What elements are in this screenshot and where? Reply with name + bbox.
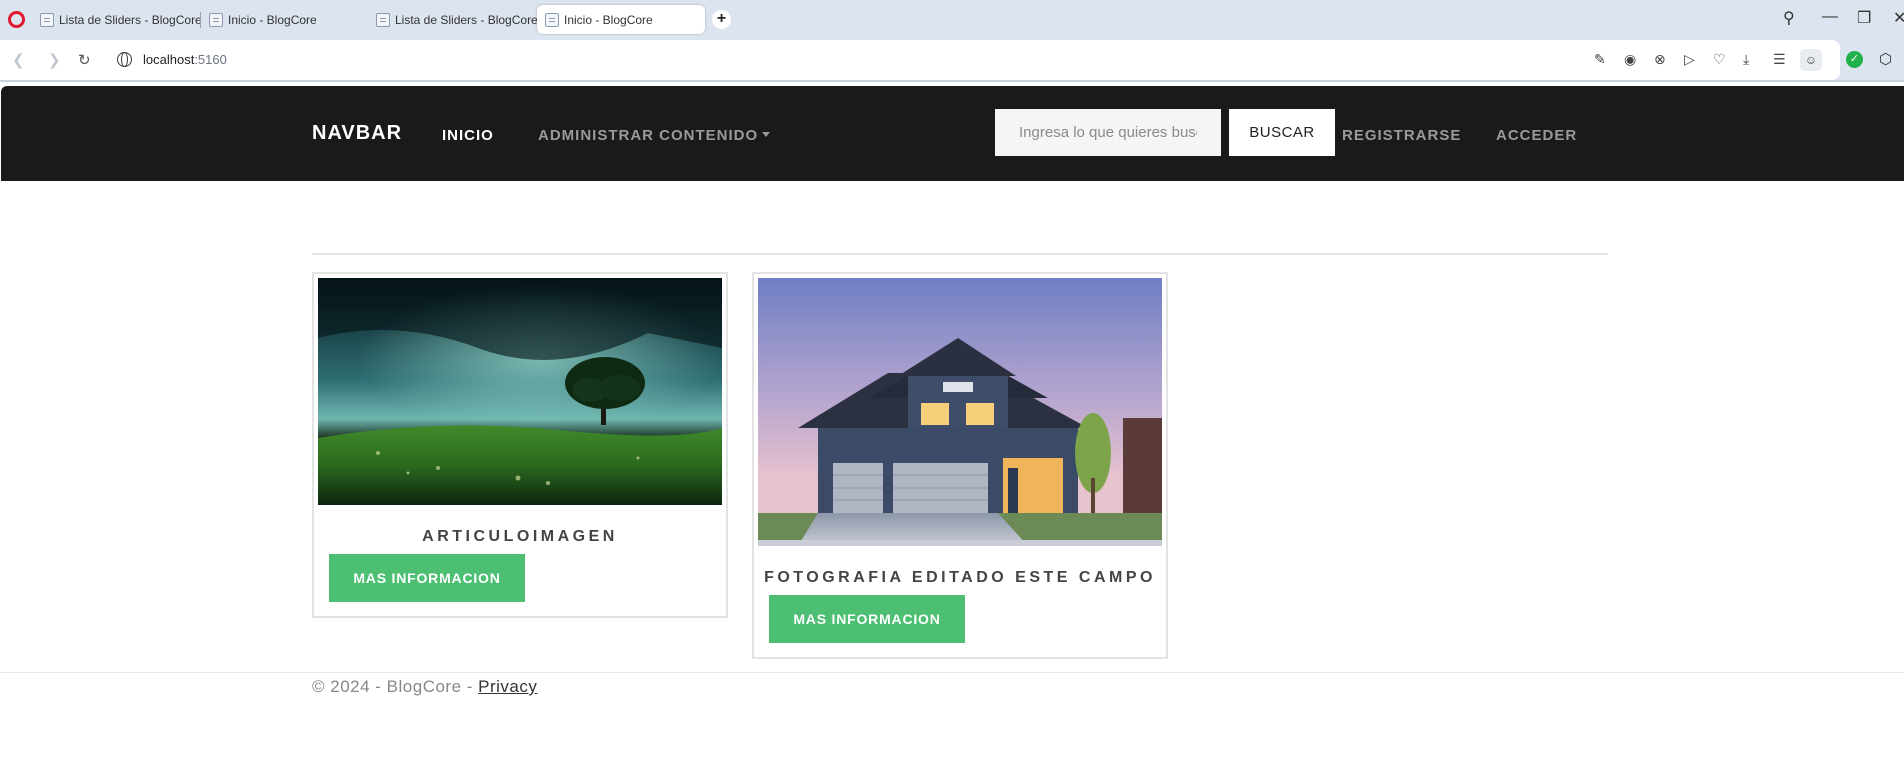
page-viewport: NAVBAR INICIO ADMINISTRAR CONTENIDO BUSC…: [0, 80, 1904, 779]
url-text[interactable]: localhost:5160: [143, 52, 227, 67]
tab-lista-sliders-2[interactable]: Lista de Sliders - BlogCore: [368, 5, 538, 34]
new-tab-plus-icon[interactable]: +: [712, 10, 731, 29]
opera-logo-icon[interactable]: [8, 11, 25, 28]
article-card: ARTICULOIMAGEN MAS INFORMACION: [312, 272, 728, 618]
footer-divider: [0, 672, 1904, 673]
mas-informacion-button[interactable]: MAS INFORMACION: [769, 595, 965, 643]
search-tabs-icon[interactable]: ⚲: [1783, 8, 1795, 28]
tab-inicio-active[interactable]: Inicio - BlogCore: [537, 5, 705, 34]
bookmark-heart-icon[interactable]: ♡: [1713, 51, 1726, 68]
extensions-cube-icon[interactable]: ⬡: [1879, 50, 1892, 68]
site-info-globe-icon[interactable]: [117, 52, 132, 67]
easy-setup-icon[interactable]: ☰: [1773, 51, 1786, 68]
nav-link-inicio[interactable]: INICIO: [442, 127, 494, 144]
downloads-icon[interactable]: ⤓: [1743, 51, 1749, 68]
nav-dropdown-administrar[interactable]: ADMINISTRAR CONTENIDO: [538, 127, 771, 144]
nav-link-registrarse[interactable]: REGISTRARSE: [1342, 127, 1461, 144]
caret-down-icon: [762, 132, 771, 137]
extension-check-icon[interactable]: ✓: [1846, 51, 1863, 68]
house-photo-image: [758, 278, 1162, 546]
navbar-brand[interactable]: NAVBAR: [312, 122, 402, 145]
nav-link-acceder[interactable]: ACCEDER: [1496, 127, 1577, 144]
article-image[interactable]: [318, 278, 722, 505]
edit-page-icon[interactable]: ✎: [1594, 51, 1606, 68]
forward-icon[interactable]: ❯: [48, 51, 61, 69]
browser-tab-bar: Lista de Sliders - BlogCore Inicio - Blo…: [0, 0, 1904, 40]
article-title: ARTICULOIMAGEN: [422, 528, 618, 545]
content-divider: [312, 253, 1608, 255]
article-card: FOTOGRAFIA EDITADO ESTE CAMPO MAS INFORM…: [752, 272, 1168, 659]
back-icon[interactable]: ❮: [12, 51, 25, 69]
landscape-tree-image: [318, 278, 722, 505]
privacy-link[interactable]: Privacy: [478, 677, 537, 696]
address-bar-field[interactable]: ❮ ❯ ↻ localhost:5160 ✎ ◉ ⊗ ▷ ♡ ⤓ ☰ ☺: [0, 40, 1840, 80]
page-footer: © 2024 - BlogCore - Privacy: [312, 677, 537, 697]
page-favicon-icon: [376, 12, 390, 27]
page-favicon-icon: [209, 12, 223, 27]
search-input[interactable]: [995, 109, 1221, 156]
search-button[interactable]: BUSCAR: [1229, 109, 1335, 156]
site-navbar: NAVBAR INICIO ADMINISTRAR CONTENIDO BUSC…: [1, 86, 1904, 181]
restore-icon[interactable]: ❐: [1857, 8, 1871, 28]
reload-icon[interactable]: ↻: [78, 51, 91, 69]
minimize-icon[interactable]: —: [1822, 8, 1838, 26]
page-favicon-icon: [545, 12, 559, 27]
browser-address-bar: ❮ ❯ ↻ localhost:5160 ✎ ◉ ⊗ ▷ ♡ ⤓ ☰ ☺ ✓ ⬡: [0, 40, 1904, 80]
tab-title: Lista de Sliders - BlogCore: [59, 12, 202, 27]
mas-informacion-button[interactable]: MAS INFORMACION: [329, 554, 525, 602]
page-favicon-icon: [40, 12, 54, 27]
tab-title: Inicio - BlogCore: [564, 12, 653, 27]
close-window-icon[interactable]: ✕: [1893, 8, 1904, 28]
nav-dropdown-label: ADMINISTRAR CONTENIDO: [538, 127, 759, 144]
flow-send-icon[interactable]: ▷: [1684, 51, 1695, 68]
tab-title: Lista de Sliders - BlogCore: [395, 12, 538, 27]
adblock-icon[interactable]: ⊗: [1654, 51, 1666, 68]
tab-inicio-1[interactable]: Inicio - BlogCore: [201, 5, 371, 34]
snapshot-camera-icon[interactable]: ◉: [1624, 51, 1636, 68]
article-title: FOTOGRAFIA EDITADO ESTE CAMPO: [764, 569, 1156, 586]
profile-icon[interactable]: ☺: [1800, 49, 1822, 71]
tab-title: Inicio - BlogCore: [228, 12, 317, 27]
article-image[interactable]: [758, 278, 1162, 546]
tab-lista-sliders-1[interactable]: Lista de Sliders - BlogCore: [32, 5, 202, 34]
footer-copyright: © 2024 - BlogCore -: [312, 677, 479, 696]
